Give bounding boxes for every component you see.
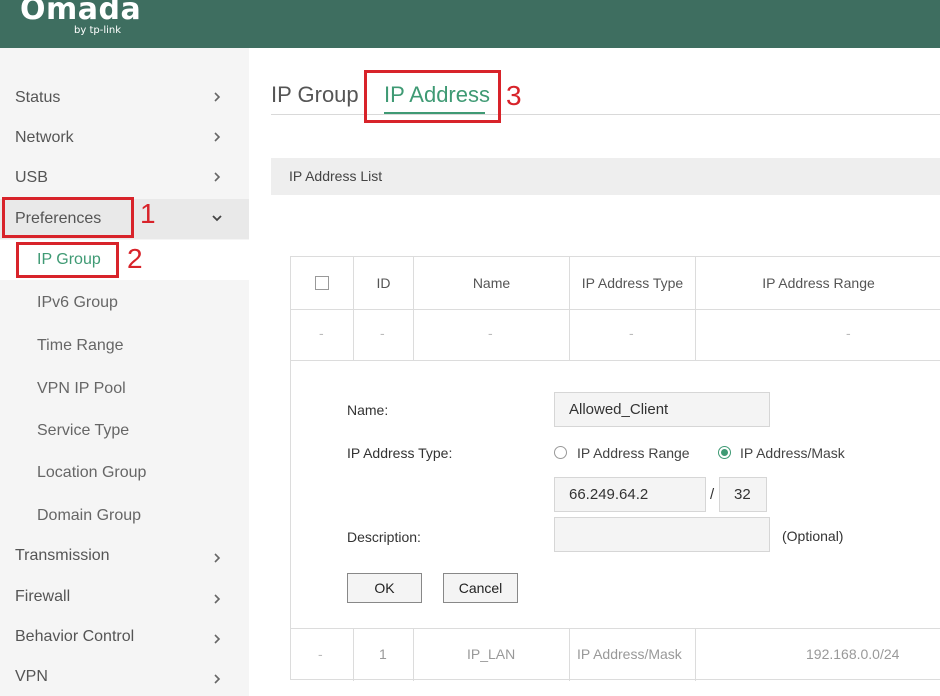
chevron-right-icon	[214, 172, 221, 182]
column-header-ip-type[interactable]: IP Address Type	[570, 257, 695, 309]
grid-line	[291, 360, 940, 361]
placeholder-cell: -	[629, 325, 634, 341]
ip-address-input[interactable]: 66.249.64.2	[554, 477, 706, 512]
description-label: Description:	[347, 529, 421, 545]
annotation-number-3: 3	[506, 80, 522, 111]
sidebar-subitem-vpn-ip-pool[interactable]: VPN IP Pool	[0, 369, 249, 409]
sidebar-subitem-ipv6-group[interactable]: IPv6 Group	[0, 283, 249, 323]
row-select-cell: -	[318, 646, 323, 662]
sidebar-item-label: Network	[15, 129, 74, 146]
logo-subtitle: by tp-link	[74, 25, 122, 36]
radio-ip-mask[interactable]	[718, 446, 731, 459]
omada-logo: Omada	[20, 0, 142, 27]
row-ip-type: IP Address/Mask	[577, 646, 682, 662]
chevron-right-icon	[214, 594, 221, 604]
tab-ip-group[interactable]: IP Group	[271, 82, 359, 108]
sidebar-item-label: Behavior Control	[15, 628, 135, 645]
subitem-label: IPv6 Group	[37, 294, 118, 311]
sidebar-item-vpn[interactable]: VPN	[0, 657, 249, 696]
grid-line	[291, 628, 940, 629]
sidebar-item-behavior-control[interactable]: Behavior Control	[0, 617, 249, 657]
grid-line	[569, 628, 570, 681]
sidebar-item-label: USB	[15, 169, 48, 186]
grid-line	[413, 628, 414, 681]
chevron-right-icon	[214, 92, 221, 102]
chevron-right-icon	[214, 674, 221, 684]
name-label: Name:	[347, 402, 389, 418]
annotation-number-1: 1	[140, 198, 156, 229]
grid-line	[291, 309, 940, 310]
sidebar-item-label: Firewall	[15, 588, 71, 605]
sidebar-item-label: Status	[15, 89, 61, 106]
annotation-box-1	[2, 197, 134, 238]
grid-line	[353, 628, 354, 681]
chevron-right-icon	[214, 132, 221, 142]
sidebar-item-label: Transmission	[15, 547, 110, 564]
ip-type-label: IP Address Type:	[347, 445, 453, 461]
mask-input[interactable]: 32	[719, 477, 767, 512]
subitem-label: Domain Group	[37, 507, 142, 524]
ip-address-table: ID Name IP Address Type IP Address Range…	[290, 256, 940, 681]
placeholder-cell: -	[319, 325, 324, 341]
subitem-label: Time Range	[37, 337, 124, 354]
sidebar-item-usb[interactable]: USB	[0, 158, 249, 198]
sidebar-item-firewall[interactable]: Firewall	[0, 577, 249, 617]
row-name: IP_LAN	[467, 646, 516, 662]
ok-button[interactable]: OK	[347, 573, 422, 603]
sidebar-subitem-service-type[interactable]: Service Type	[0, 411, 249, 451]
subitem-label: Location Group	[37, 464, 147, 481]
column-header-ip-range[interactable]: IP Address Range	[696, 257, 940, 309]
subitem-label: Service Type	[37, 422, 130, 439]
column-header-name[interactable]: Name	[414, 257, 569, 309]
sidebar-subitem-domain-group[interactable]: Domain Group	[0, 496, 249, 536]
grid-line	[695, 628, 696, 681]
placeholder-cell: -	[380, 325, 385, 341]
annotation-box-2	[16, 242, 119, 278]
sidebar-item-network[interactable]: Network	[0, 118, 249, 158]
name-input[interactable]: Allowed_Client	[554, 392, 770, 427]
radio-ip-mask-label[interactable]: IP Address/Mask	[740, 445, 845, 461]
description-input[interactable]	[554, 517, 770, 552]
cancel-button[interactable]: Cancel	[443, 573, 518, 603]
select-all-checkbox[interactable]	[315, 276, 329, 290]
sidebar-item-transmission[interactable]: Transmission	[0, 536, 249, 576]
row-id: 1	[379, 646, 387, 662]
subitem-label: VPN IP Pool	[37, 380, 126, 397]
placeholder-cell: -	[846, 325, 851, 341]
select-all-cell	[291, 257, 353, 309]
sidebar-subitem-time-range[interactable]: Time Range	[0, 326, 249, 366]
placeholder-cell: -	[488, 325, 493, 341]
chevron-right-icon	[214, 634, 221, 644]
radio-ip-range[interactable]	[554, 446, 567, 459]
row-ip-range: 192.168.0.0/24	[806, 646, 900, 662]
sidebar-subitem-location-group[interactable]: Location Group	[0, 453, 249, 493]
optional-hint: (Optional)	[782, 528, 844, 544]
radio-ip-range-label[interactable]: IP Address Range	[577, 445, 690, 461]
mask-separator: /	[710, 486, 715, 503]
sidebar-item-status[interactable]: Status	[0, 78, 249, 118]
sidebar-item-label: VPN	[15, 668, 48, 685]
annotation-box-3	[364, 70, 501, 123]
section-header: IP Address List	[271, 158, 940, 195]
chevron-down-icon	[212, 215, 222, 222]
chevron-right-icon	[214, 553, 221, 563]
annotation-number-2: 2	[127, 243, 143, 274]
column-header-id[interactable]: ID	[354, 257, 413, 309]
app-header: Omada by tp-link	[0, 0, 940, 48]
